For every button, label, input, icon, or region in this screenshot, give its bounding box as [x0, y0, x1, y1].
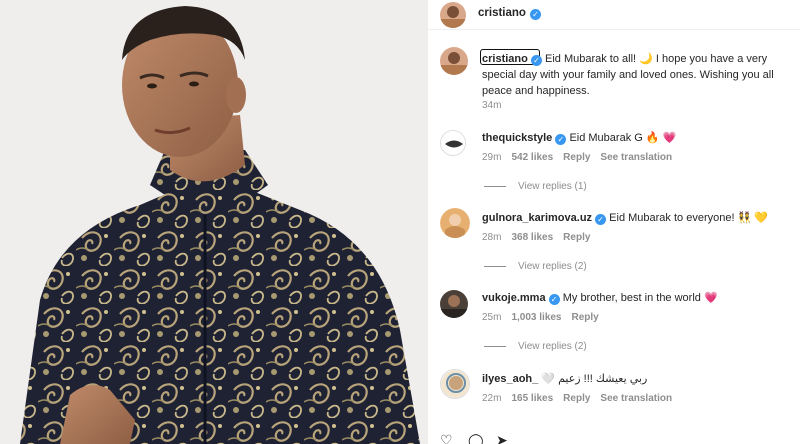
reply-button[interactable]: Reply — [563, 152, 590, 163]
comment-likes[interactable]: 542 likes — [511, 152, 553, 163]
see-translation-button[interactable]: See translation — [600, 152, 672, 163]
comment-avatar[interactable] — [440, 208, 470, 238]
comment-body: Eid Mubarak G 🔥 💗 — [569, 132, 677, 144]
comment-meta: 25m 1,003 likes Reply — [482, 312, 609, 323]
view-replies-button[interactable]: View replies (2) — [484, 341, 587, 352]
comment-username[interactable]: thequickstyle — [482, 132, 552, 144]
action-bar: ♡ ◯ ➤ — [440, 432, 560, 444]
comment-time: 25m — [482, 312, 502, 323]
post-photo — [0, 0, 428, 444]
comment-body: 🤍 ربي يعيشك !!! زعيم — [541, 373, 648, 385]
comment-time: 28m — [482, 232, 502, 243]
verified-badge-icon: ✓ — [530, 55, 542, 66]
comment-likes[interactable]: 368 likes — [511, 232, 553, 243]
view-replies-label: View replies (2) — [518, 341, 587, 352]
avatar-icon — [441, 370, 469, 398]
comment-time: 29m — [482, 152, 502, 163]
comment-meta: 28m 368 likes Reply — [482, 232, 600, 243]
comment-row: thequickstyle ✓ Eid Mubarak G 🔥 💗 — [482, 131, 677, 145]
avatar-icon — [440, 290, 468, 318]
comment-likes[interactable]: 1,003 likes — [511, 312, 561, 323]
reply-button[interactable]: Reply — [563, 393, 590, 404]
comment-body: Eid Mubarak to everyone! 👯 💛 — [609, 212, 769, 224]
comment-likes[interactable]: 165 likes — [511, 393, 553, 404]
portrait-image — [0, 0, 428, 444]
comment-avatar[interactable] — [440, 369, 470, 399]
comment-username[interactable]: vukoje.mma — [482, 292, 546, 304]
see-translation-button[interactable]: See translation — [600, 393, 672, 404]
caption-time: 34m — [482, 100, 502, 111]
comment-username[interactable]: ilyes_aoh_ — [482, 373, 538, 385]
heart-icon[interactable]: ♡ — [440, 432, 453, 444]
comment-icon[interactable]: ◯ — [468, 432, 484, 444]
caption-avatar[interactable] — [440, 47, 468, 75]
author-username[interactable]: cristiano — [478, 7, 526, 19]
avatar-icon — [441, 131, 465, 155]
comment-row: gulnora_karimova.uz ✓ Eid Mubarak to eve… — [482, 211, 769, 225]
comment-body: My brother, best in the world 💗 — [562, 292, 718, 304]
author-avatar[interactable] — [440, 2, 466, 28]
verified-badge-icon: ✓ — [555, 134, 567, 145]
caption-username[interactable]: cristiano — [482, 53, 528, 65]
avatar-icon — [440, 2, 466, 28]
comment-row: ilyes_aoh_ 🤍 ربي يعيشك !!! زعيم — [482, 372, 647, 385]
comments-panel: cristiano ✓ cristiano ✓ Eid Mubarak to a… — [428, 0, 800, 444]
avatar-icon — [440, 208, 470, 238]
verified-badge-icon: ✓ — [548, 294, 560, 305]
verified-badge-icon: ✓ — [595, 214, 607, 225]
comment-username[interactable]: gulnora_karimova.uz — [482, 212, 592, 224]
caption-text: cristiano ✓ Eid Mubarak to all! 🌙 I hope… — [482, 51, 800, 99]
view-replies-button[interactable]: View replies (2) — [484, 261, 587, 272]
comment-row: vukoje.mma ✓ My brother, best in the wor… — [482, 291, 718, 305]
comment-meta: 22m 165 likes Reply See translation — [482, 393, 682, 404]
reply-button[interactable]: Reply — [563, 232, 590, 243]
reply-button[interactable]: Reply — [572, 312, 599, 323]
share-icon[interactable]: ➤ — [496, 432, 508, 444]
view-replies-label: View replies (2) — [518, 261, 587, 272]
view-replies-label: View replies (1) — [518, 181, 587, 192]
comment-meta: 29m 542 likes Reply See translation — [482, 152, 682, 163]
post-header: cristiano ✓ — [428, 0, 800, 30]
comment-avatar[interactable] — [440, 130, 466, 156]
comment-time: 22m — [482, 393, 502, 404]
avatar-icon — [440, 47, 468, 75]
verified-badge-icon: ✓ — [530, 9, 541, 20]
view-replies-button[interactable]: View replies (1) — [484, 181, 587, 192]
comment-avatar[interactable] — [440, 290, 468, 318]
